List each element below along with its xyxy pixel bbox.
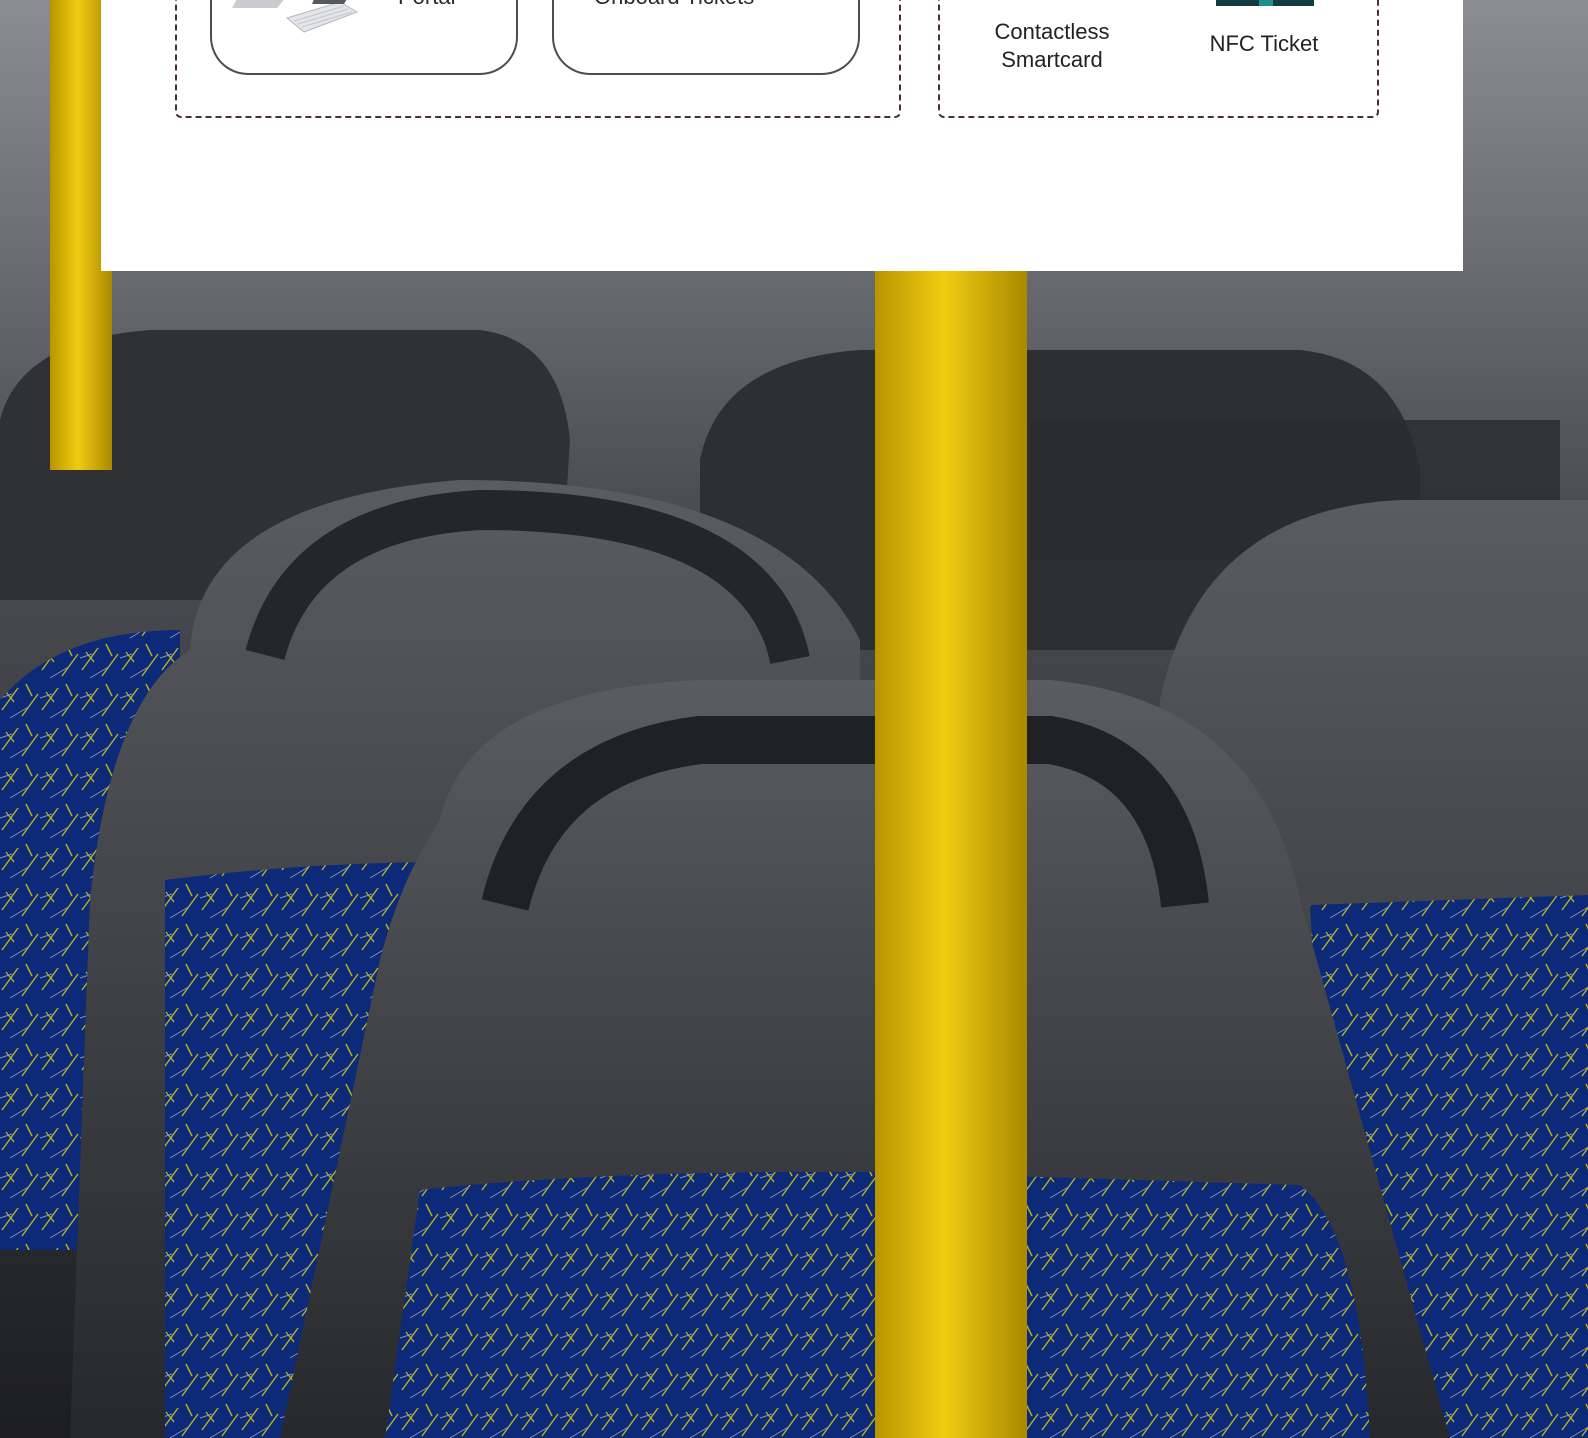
laptop-phone-icon: [232, 0, 359, 33]
nfc-ticket-icon-accent: [1259, 0, 1273, 6]
ticketing-options-panel: Portal Onboard Tickets Contactless Smart…: [101, 0, 1463, 271]
onboard-tickets-card: Onboard Tickets: [552, 0, 860, 75]
portal-card: Portal: [210, 0, 518, 75]
onboard-tickets-label: Onboard Tickets: [594, 0, 754, 10]
nfc-ticket-label: NFC Ticket: [1209, 31, 1319, 56]
contactless-smartcard-label: Contactless Smartcard: [994, 19, 1110, 72]
page: Portal Onboard Tickets Contactless Smart…: [0, 0, 1588, 1438]
portal-label: Portal: [398, 0, 455, 10]
